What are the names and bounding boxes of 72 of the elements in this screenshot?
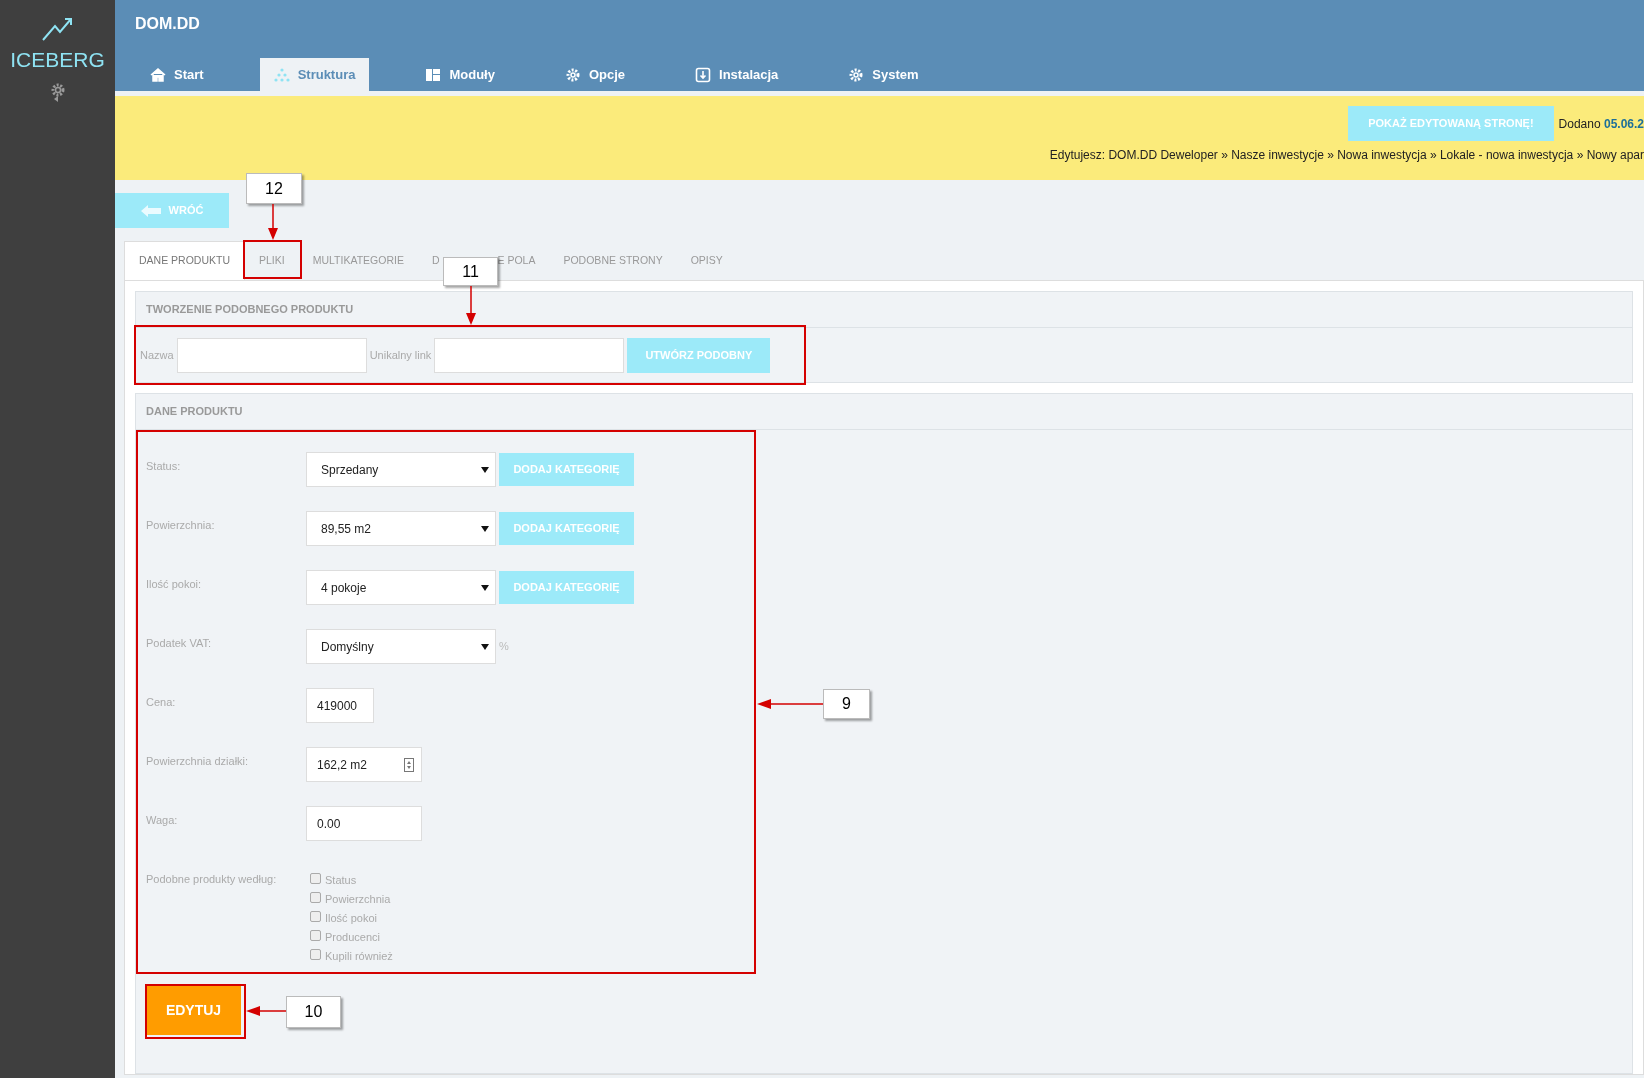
callout-number: 11 xyxy=(443,257,498,286)
spinner-icon[interactable] xyxy=(404,757,414,772)
field-label: Unikalny link xyxy=(369,347,432,363)
tab[interactable]: D xyxy=(431,252,440,269)
checkbox-label: Kupili również xyxy=(325,948,393,964)
checkbox-label: Producenci xyxy=(325,929,381,945)
logo-icon xyxy=(40,16,75,42)
select-field[interactable]: 4 pokoje xyxy=(306,570,496,605)
nav-tab[interactable]: Struktura xyxy=(259,58,370,91)
select-field[interactable]: Sprzedany xyxy=(306,452,496,487)
added-date-text: Dodano 05.06.2 xyxy=(1558,115,1644,133)
input-field[interactable]: 419000 xyxy=(306,688,374,723)
download-box-icon xyxy=(695,66,712,83)
number-field[interactable]: 162,2 m2 xyxy=(306,747,422,782)
tab[interactable]: DANE PRODUKTU xyxy=(124,241,245,280)
home-icon xyxy=(150,66,166,83)
highlight-frame xyxy=(243,240,302,279)
callout-arrow xyxy=(466,286,476,325)
select-field[interactable]: 89,55 m2 xyxy=(306,511,496,546)
checkbox-label: Powierzchnia xyxy=(325,891,391,907)
arrow-left-icon xyxy=(140,204,161,217)
checkbox-label: Status xyxy=(325,872,357,888)
gear-icon xyxy=(848,66,865,83)
checkbox[interactable] xyxy=(310,873,321,884)
field-label: Nazwa xyxy=(140,347,174,363)
nav-tab[interactable]: Start xyxy=(136,58,218,91)
input-field[interactable]: 0.00 xyxy=(306,806,422,841)
callout-number: 12 xyxy=(246,173,302,204)
caret-icon xyxy=(481,643,489,650)
link-input[interactable] xyxy=(434,337,625,373)
checkbox[interactable] xyxy=(310,949,321,960)
section-title: TWORZENIE PODOBNEGO PRODUKTU xyxy=(136,292,1632,328)
layout-icon xyxy=(425,66,442,83)
nav-tab[interactable]: System xyxy=(834,58,933,91)
nav-tab[interactable]: Moduły xyxy=(411,58,509,91)
select-field[interactable]: Domyślny xyxy=(306,629,496,664)
tab[interactable]: PLIKI xyxy=(245,241,299,280)
callout-arrow xyxy=(246,1006,286,1016)
field-label: Powierzchnia: xyxy=(146,518,216,533)
unit-label: % xyxy=(499,639,509,655)
nav-tab[interactable]: Opcje xyxy=(550,58,640,91)
checkbox-label: Ilość pokoi xyxy=(325,910,377,926)
dots-icon xyxy=(273,66,290,83)
name-input[interactable] xyxy=(176,337,367,373)
edit-button[interactable]: EDYTUJ xyxy=(146,986,241,1035)
callout-number: 10 xyxy=(286,996,341,1028)
checkbox[interactable] xyxy=(310,892,321,903)
field-label: Cena: xyxy=(146,695,177,710)
logo-text: ICEBERG xyxy=(10,47,105,73)
gear-icon xyxy=(564,66,581,83)
site-title: DOM.DD xyxy=(134,14,201,34)
field-label: Powierzchnia działki: xyxy=(146,754,250,769)
tab[interactable]: MULTIKATEGORIE xyxy=(298,241,418,280)
callout-arrow xyxy=(757,699,823,709)
field-label: Status: xyxy=(146,459,182,474)
field-label: Waga: xyxy=(146,813,179,828)
field-label: Podatek VAT: xyxy=(146,636,213,651)
tab[interactable]: PODOBNE STRONY xyxy=(549,241,677,280)
caret-icon xyxy=(481,466,489,473)
checkbox[interactable] xyxy=(310,930,321,941)
callout-number: 9 xyxy=(823,689,870,719)
tab-label[interactable]: E POLA xyxy=(497,252,536,269)
section-title: DANE PRODUKTU xyxy=(136,394,1632,430)
field-label: Ilość pokoi: xyxy=(146,577,203,592)
breadcrumb: Edytujesz: DOM.DD Deweloper » Nasze inwestycje » Nowa inwestycja » Lokale - nowa inwestycja » Nowy apar xyxy=(1049,147,1644,164)
caret-icon xyxy=(481,584,489,591)
callout-arrow xyxy=(268,204,278,240)
caret-icon xyxy=(481,525,489,532)
nav-tab[interactable]: Instalacja xyxy=(681,58,793,91)
checkbox[interactable] xyxy=(310,911,321,922)
field-label: Podobne produkty według: xyxy=(146,872,278,887)
tab[interactable]: OPISY xyxy=(676,241,737,280)
